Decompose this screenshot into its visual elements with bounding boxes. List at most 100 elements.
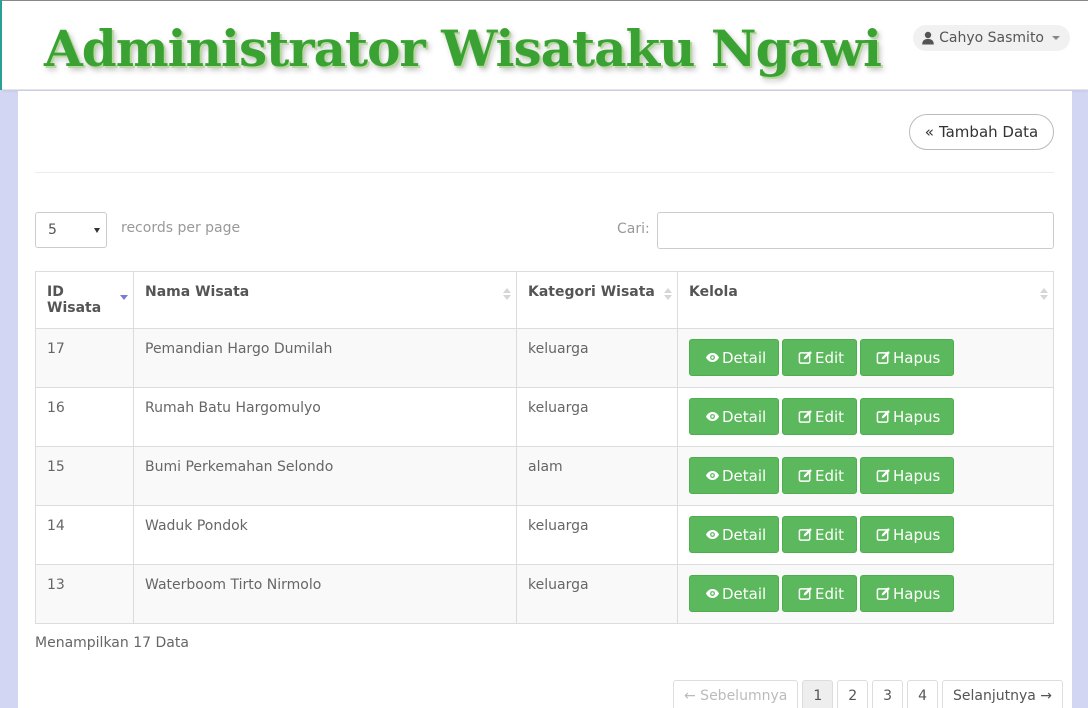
eye-icon: [705, 589, 720, 598]
user-icon: [922, 31, 934, 45]
cell-nama: Rumah Batu Hargomulyo: [133, 387, 517, 447]
divider: [35, 172, 1054, 173]
edit-button[interactable]: Edit: [782, 516, 857, 553]
cell-kategori: keluarga: [516, 387, 678, 447]
edit-icon: [876, 469, 890, 482]
edit-label: Edit: [815, 525, 845, 544]
wisata-table: ID Wisata Nama Wisata Kategori Wisata Ke…: [35, 271, 1054, 624]
detail-button[interactable]: Detail: [689, 457, 779, 494]
add-data-button[interactable]: « Tambah Data: [909, 114, 1054, 150]
table-row: 17 Pemandian Hargo Dumilah keluarga Detail E…: [35, 328, 1054, 388]
prev-page-button[interactable]: ← Sebelumnya: [673, 680, 799, 708]
detail-label: Detail: [722, 584, 767, 603]
cell-kelola: Detail Edit Hapus: [677, 446, 1054, 506]
sort-icon: [1040, 288, 1048, 300]
user-menu[interactable]: Cahyo Sasmito: [913, 25, 1070, 51]
sort-icon: [664, 288, 672, 300]
next-page-button[interactable]: Selanjutnya →: [942, 680, 1064, 708]
cell-nama: Waduk Pondok: [133, 505, 517, 565]
table-row: 14 Waduk Pondok keluarga Detail Edit Hapus: [35, 505, 1054, 565]
edit-button[interactable]: Edit: [782, 575, 857, 612]
detail-button[interactable]: Detail: [689, 575, 779, 612]
pagination: ← Sebelumnya 1 2 3 4 Selanjutnya →: [669, 680, 1064, 708]
page-button-4[interactable]: 4: [907, 680, 939, 708]
detail-label: Detail: [722, 466, 767, 485]
page-button-3[interactable]: 3: [872, 680, 904, 708]
edit-label: Edit: [815, 466, 845, 485]
hapus-button[interactable]: Hapus: [860, 516, 954, 553]
detail-button[interactable]: Detail: [689, 398, 779, 435]
column-header-id[interactable]: ID Wisata: [35, 271, 134, 329]
sort-desc-icon: [120, 295, 128, 300]
edit-icon: [876, 351, 890, 364]
hapus-label: Hapus: [893, 525, 941, 544]
edit-icon: [798, 410, 812, 423]
page-button-1[interactable]: 1: [802, 680, 834, 708]
cell-kelola: Detail Edit Hapus: [677, 387, 1054, 447]
edit-icon: [876, 410, 890, 423]
search-label: Cari:: [617, 221, 650, 237]
table-row: 13 Waterboom Tirto Nirmolo keluarga Detail E…: [35, 564, 1054, 624]
cell-kategori: alam: [516, 446, 678, 506]
table-row: 15 Bumi Perkemahan Selondo alam Detail Edit H…: [35, 446, 1054, 506]
edit-label: Edit: [815, 348, 845, 367]
column-header-kategori[interactable]: Kategori Wisata: [516, 271, 678, 329]
cell-kelola: Detail Edit Hapus: [677, 564, 1054, 624]
cell-kategori: keluarga: [516, 328, 678, 388]
column-header-label: Kelola: [689, 284, 738, 300]
cell-id: 13: [35, 564, 134, 624]
per-page-select[interactable]: 5: [35, 212, 107, 248]
cell-nama: Waterboom Tirto Nirmolo: [133, 564, 517, 624]
column-header-label: ID Wisata: [47, 284, 102, 316]
edit-button[interactable]: Edit: [782, 398, 857, 435]
page-button-2[interactable]: 2: [837, 680, 869, 708]
detail-button[interactable]: Detail: [689, 339, 779, 376]
per-page-label: records per page: [121, 220, 241, 236]
hapus-button[interactable]: Hapus: [860, 575, 954, 612]
brand-title: Administrator Wisataku Ngawi: [44, 19, 882, 78]
cell-kelola: Detail Edit Hapus: [677, 505, 1054, 565]
detail-button[interactable]: Detail: [689, 516, 779, 553]
cell-id: 16: [35, 387, 134, 447]
table-header-row: ID Wisata Nama Wisata Kategori Wisata Ke…: [35, 271, 1054, 329]
chevron-down-icon: [94, 228, 100, 233]
sort-icon: [503, 288, 511, 300]
cell-nama: Pemandian Hargo Dumilah: [133, 328, 517, 388]
detail-label: Detail: [722, 348, 767, 367]
cell-kategori: keluarga: [516, 564, 678, 624]
double-chevron-left-icon: «: [924, 123, 934, 141]
records-info: Menampilkan 17 Data: [35, 635, 189, 651]
edit-label: Edit: [815, 584, 845, 603]
cell-kategori: keluarga: [516, 505, 678, 565]
add-data-label: Tambah Data: [938, 123, 1039, 141]
edit-icon: [876, 587, 890, 600]
hapus-label: Hapus: [893, 407, 941, 426]
cell-nama: Bumi Perkemahan Selondo: [133, 446, 517, 506]
hapus-button[interactable]: Hapus: [860, 457, 954, 494]
edit-label: Edit: [815, 407, 845, 426]
detail-label: Detail: [722, 525, 767, 544]
edit-icon: [798, 469, 812, 482]
column-header-nama[interactable]: Nama Wisata: [133, 271, 517, 329]
chevron-down-icon: [1052, 36, 1060, 40]
hapus-label: Hapus: [893, 348, 941, 367]
column-header-kelola[interactable]: Kelola: [677, 271, 1054, 329]
table-row: 16 Rumah Batu Hargomulyo keluarga Detail Edi…: [35, 387, 1054, 447]
eye-icon: [705, 471, 720, 480]
search-input[interactable]: [657, 212, 1054, 249]
cell-kelola: Detail Edit Hapus: [677, 328, 1054, 388]
per-page-value: 5: [48, 222, 57, 238]
column-header-label: Nama Wisata: [145, 284, 250, 300]
edit-button[interactable]: Edit: [782, 339, 857, 376]
cell-id: 14: [35, 505, 134, 565]
hapus-button[interactable]: Hapus: [860, 339, 954, 376]
hapus-button[interactable]: Hapus: [860, 398, 954, 435]
eye-icon: [705, 353, 720, 362]
edit-icon: [876, 528, 890, 541]
cell-id: 17: [35, 328, 134, 388]
edit-button[interactable]: Edit: [782, 457, 857, 494]
cell-id: 15: [35, 446, 134, 506]
main-content: « Tambah Data 5 records per page Cari: I…: [18, 91, 1072, 708]
column-header-label: Kategori Wisata: [528, 284, 655, 300]
edit-icon: [798, 587, 812, 600]
